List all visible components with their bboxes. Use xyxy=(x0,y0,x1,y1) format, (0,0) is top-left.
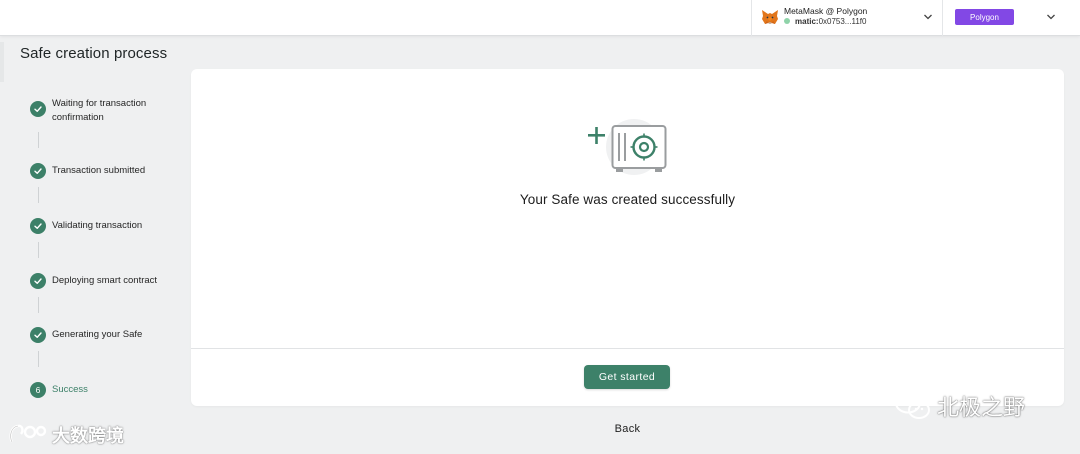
step-label: Deploying smart contract xyxy=(52,275,158,286)
step-label: Success xyxy=(52,384,88,395)
wallet-address-value: 0x0753...11f0 xyxy=(818,17,867,26)
chevron-down-icon[interactable] xyxy=(922,11,934,23)
step-connector xyxy=(38,297,39,313)
checkmark-icon xyxy=(34,278,42,285)
step-check-circle xyxy=(30,273,46,289)
step-connector xyxy=(38,242,39,258)
checkmark-icon xyxy=(34,168,42,175)
step-connector xyxy=(38,351,39,367)
top-bar: MetaMask @ Polygon matic:0x0753...11f0 P… xyxy=(0,0,1080,36)
checkmark-icon xyxy=(34,332,42,339)
page-title: Safe creation process xyxy=(20,45,168,62)
wallet-selector[interactable]: MetaMask @ Polygon matic:0x0753...11f0 xyxy=(751,0,943,36)
step-label: Transaction submitted xyxy=(52,165,146,176)
card-divider xyxy=(191,348,1064,349)
wallet-address-prefix: matic: xyxy=(795,17,819,26)
success-message: Your Safe was created successfully xyxy=(519,192,736,207)
step-number-circle: 6 xyxy=(30,382,46,398)
step-check-circle xyxy=(30,163,46,179)
wallet-name: MetaMask @ Polygon xyxy=(784,6,868,16)
watermark-left-text: 大数跨境 xyxy=(52,426,124,446)
step-check-circle xyxy=(30,218,46,234)
step-label: Generating your Safe xyxy=(52,329,143,340)
watermark-logo-icon xyxy=(9,424,47,443)
safe-vault-icon xyxy=(588,119,667,175)
watermark-right: 北极之野 xyxy=(893,390,1025,422)
step-check-circle xyxy=(30,101,46,117)
step-connector xyxy=(38,132,39,148)
checkmark-icon xyxy=(34,106,42,113)
watermark-left: 大数跨境 xyxy=(8,420,124,450)
step-check-circle xyxy=(30,327,46,343)
wallet-address: matic:0x0753...11f0 xyxy=(784,17,866,26)
step-label: Waiting for transaction confirmation xyxy=(52,98,147,123)
watermark-right-text: 北极之野 xyxy=(937,395,1026,420)
checkmark-icon xyxy=(34,223,42,230)
get-started-button[interactable]: Get started xyxy=(584,365,670,389)
success-card: Your Safe was created successfully Get s… xyxy=(191,69,1064,406)
side-accent xyxy=(0,42,4,82)
connection-status-dot xyxy=(784,17,790,24)
step-number: 6 xyxy=(35,385,41,395)
step-label: Validating transaction xyxy=(52,220,143,231)
metamask-fox-icon xyxy=(762,10,778,24)
wechat-icon xyxy=(895,392,930,419)
chevron-down-icon[interactable] xyxy=(1045,11,1057,23)
back-button[interactable]: Back xyxy=(600,423,655,435)
step-connector xyxy=(38,187,39,203)
network-badge: Polygon xyxy=(955,9,1014,25)
